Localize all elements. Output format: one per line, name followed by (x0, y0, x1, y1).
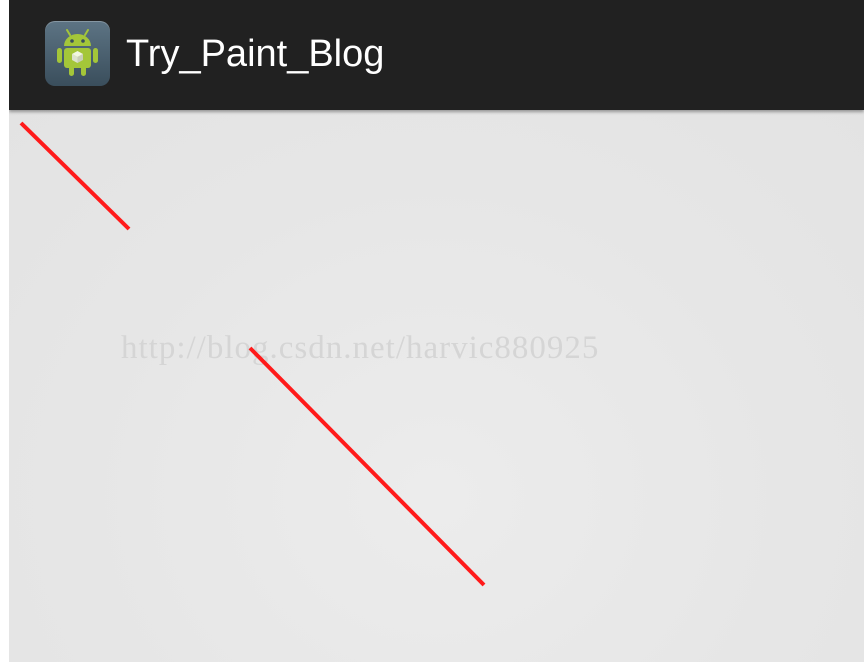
android-robot-icon[interactable] (45, 21, 110, 86)
drawn-lines (19, 121, 486, 587)
app-screen: Try_Paint_Blog http://blog.csdn.net/harv… (9, 0, 864, 662)
paint-canvas[interactable]: http://blog.csdn.net/harvic880925 (9, 110, 864, 662)
red-line-center (248, 346, 486, 587)
action-bar: Try_Paint_Blog (9, 0, 864, 110)
app-title: Try_Paint_Blog (126, 33, 385, 75)
red-line-top-left (19, 121, 131, 231)
